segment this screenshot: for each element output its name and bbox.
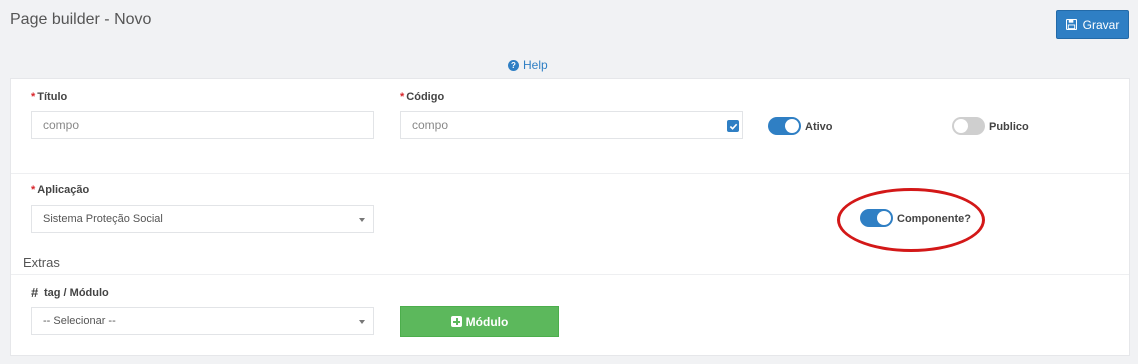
titulo-value: compo [43,118,80,132]
toggle-knob [877,211,891,225]
help-label: Help [523,58,548,72]
form-panel: * Título compo * Código compo Ativo Public… [10,78,1130,356]
toggle-knob [954,119,968,133]
divider [11,274,1129,275]
add-modulo-button[interactable]: Módulo [400,306,559,337]
publico-toggle[interactable] [952,117,985,135]
codigo-input[interactable]: compo [400,111,743,139]
hash-icon: # [31,285,39,300]
tag-modulo-placeholder: -- Selecionar -- [43,315,116,327]
check-icon [729,123,737,130]
toggle-knob [785,119,799,133]
codigo-value: compo [412,118,449,132]
aplicacao-value: Sistema Proteção Social [43,213,163,225]
componente-label: Componente? [897,213,971,225]
plus-square-icon [450,316,462,327]
aplicacao-select[interactable]: Sistema Proteção Social [31,205,374,233]
divider [11,173,1129,174]
codigo-checkbox[interactable] [727,120,739,132]
extras-heading: Extras [23,255,60,270]
page-title: Page builder - Novo [10,11,152,28]
componente-toggle[interactable] [860,209,893,227]
titulo-input[interactable]: compo [31,111,374,139]
save-button[interactable]: Gravar [1056,10,1129,39]
help-link[interactable]: ? Help [508,58,548,72]
ativo-toggle[interactable] [768,117,801,135]
publico-label: Publico [989,121,1029,133]
codigo-label: * Código [400,91,445,103]
add-modulo-label: Módulo [465,314,509,329]
caret-down-icon [359,320,365,324]
tag-modulo-select[interactable]: -- Selecionar -- [31,307,374,335]
ativo-label: Ativo [805,121,833,133]
save-button-label: Gravar [1082,17,1120,32]
floppy-disk-icon [1065,19,1077,30]
question-circle-icon: ? [508,59,519,71]
aplicacao-label: * Aplicação [31,184,90,196]
tag-modulo-label: tag / Módulo [44,287,109,299]
titulo-label: * Título [31,91,68,103]
caret-down-icon [359,218,365,222]
